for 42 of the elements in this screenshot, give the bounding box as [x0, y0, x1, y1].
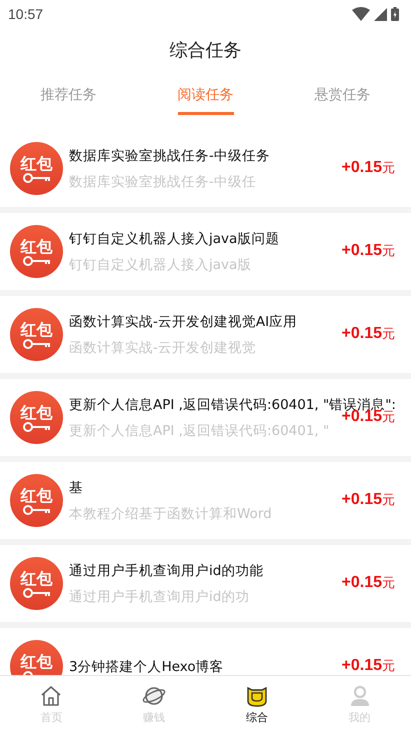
- reward-amount: +0.15元: [342, 242, 395, 260]
- reward-amount: +0.15元: [342, 159, 395, 177]
- reward-badge-icon: 红包: [10, 474, 63, 527]
- task-card[interactable]: 红包 通过用户手机查询用户id的功能 通过用户手机查询用户id的功 +0.15元: [0, 545, 411, 622]
- task-title: 数据库实验室挑战任务-中级任务: [69, 146, 270, 164]
- nav-item[interactable]: 综合: [206, 676, 308, 732]
- task-card[interactable]: 红包 基 本教程介绍基于函数计算和Word +0.15元: [0, 462, 411, 539]
- wifi-icon: [352, 7, 370, 21]
- task-description: 函数计算实战-云开发创建视觉: [69, 338, 256, 356]
- task-description: 本教程介绍基于函数计算和Word: [69, 504, 272, 522]
- task-title: 钉钉自定义机器人接入java版问题: [69, 230, 280, 248]
- reward-amount: +0.15元: [342, 657, 395, 675]
- task-title: 函数计算实战-云开发创建视觉AI应用: [69, 312, 298, 330]
- home-icon: [40, 685, 62, 707]
- reward-badge-icon: 红包: [10, 557, 63, 610]
- battery-icon: [391, 7, 399, 21]
- task-title: 基: [69, 478, 84, 496]
- tab-indicator: [178, 112, 234, 115]
- task-card[interactable]: 红包 数据库实验室挑战任务-中级任务 数据库实验室挑战任务-中级任 +0.15元: [0, 130, 411, 207]
- reward-badge-icon: 红包: [10, 640, 63, 675]
- reward-amount: +0.15元: [342, 574, 395, 592]
- reward-amount: +0.15元: [342, 325, 395, 343]
- task-description: 钉钉自定义机器人接入java版: [69, 256, 252, 274]
- task-card[interactable]: 红包 钉钉自定义机器人接入java版问题 钉钉自定义机器人接入java版 +0.15元: [0, 213, 411, 290]
- task-description: 通过用户手机查询用户id的功: [69, 588, 250, 606]
- task-card[interactable]: 红包 函数计算实战-云开发创建视觉AI应用 函数计算实战-云开发创建视觉 +0.15元: [0, 296, 411, 373]
- planet-icon: [142, 685, 166, 707]
- task-card[interactable]: 红包 3分钟搭建个人Hexo博客 +0.15元: [0, 628, 411, 675]
- task-description: 更新个人信息API ,返回错误代码:60401, ": [69, 422, 330, 440]
- status-time: 10:57: [8, 6, 44, 22]
- cat-face-icon: [246, 685, 268, 707]
- reward-badge-icon: 红包: [10, 142, 63, 195]
- reward-badge-icon: 红包: [10, 391, 63, 444]
- task-title: 3分钟搭建个人Hexo博客: [69, 658, 224, 675]
- page-title: 综合任务: [170, 39, 242, 62]
- task-description: 数据库实验室挑战任务-中级任: [69, 172, 256, 190]
- person-icon: [348, 685, 371, 707]
- reward-badge-icon: 红包: [10, 225, 63, 278]
- task-title: 通过用户手机查询用户id的功能: [69, 562, 264, 580]
- reward-amount: +0.15元: [342, 491, 395, 509]
- reward-badge-icon: 红包: [10, 308, 63, 361]
- signal-icon: [374, 8, 387, 20]
